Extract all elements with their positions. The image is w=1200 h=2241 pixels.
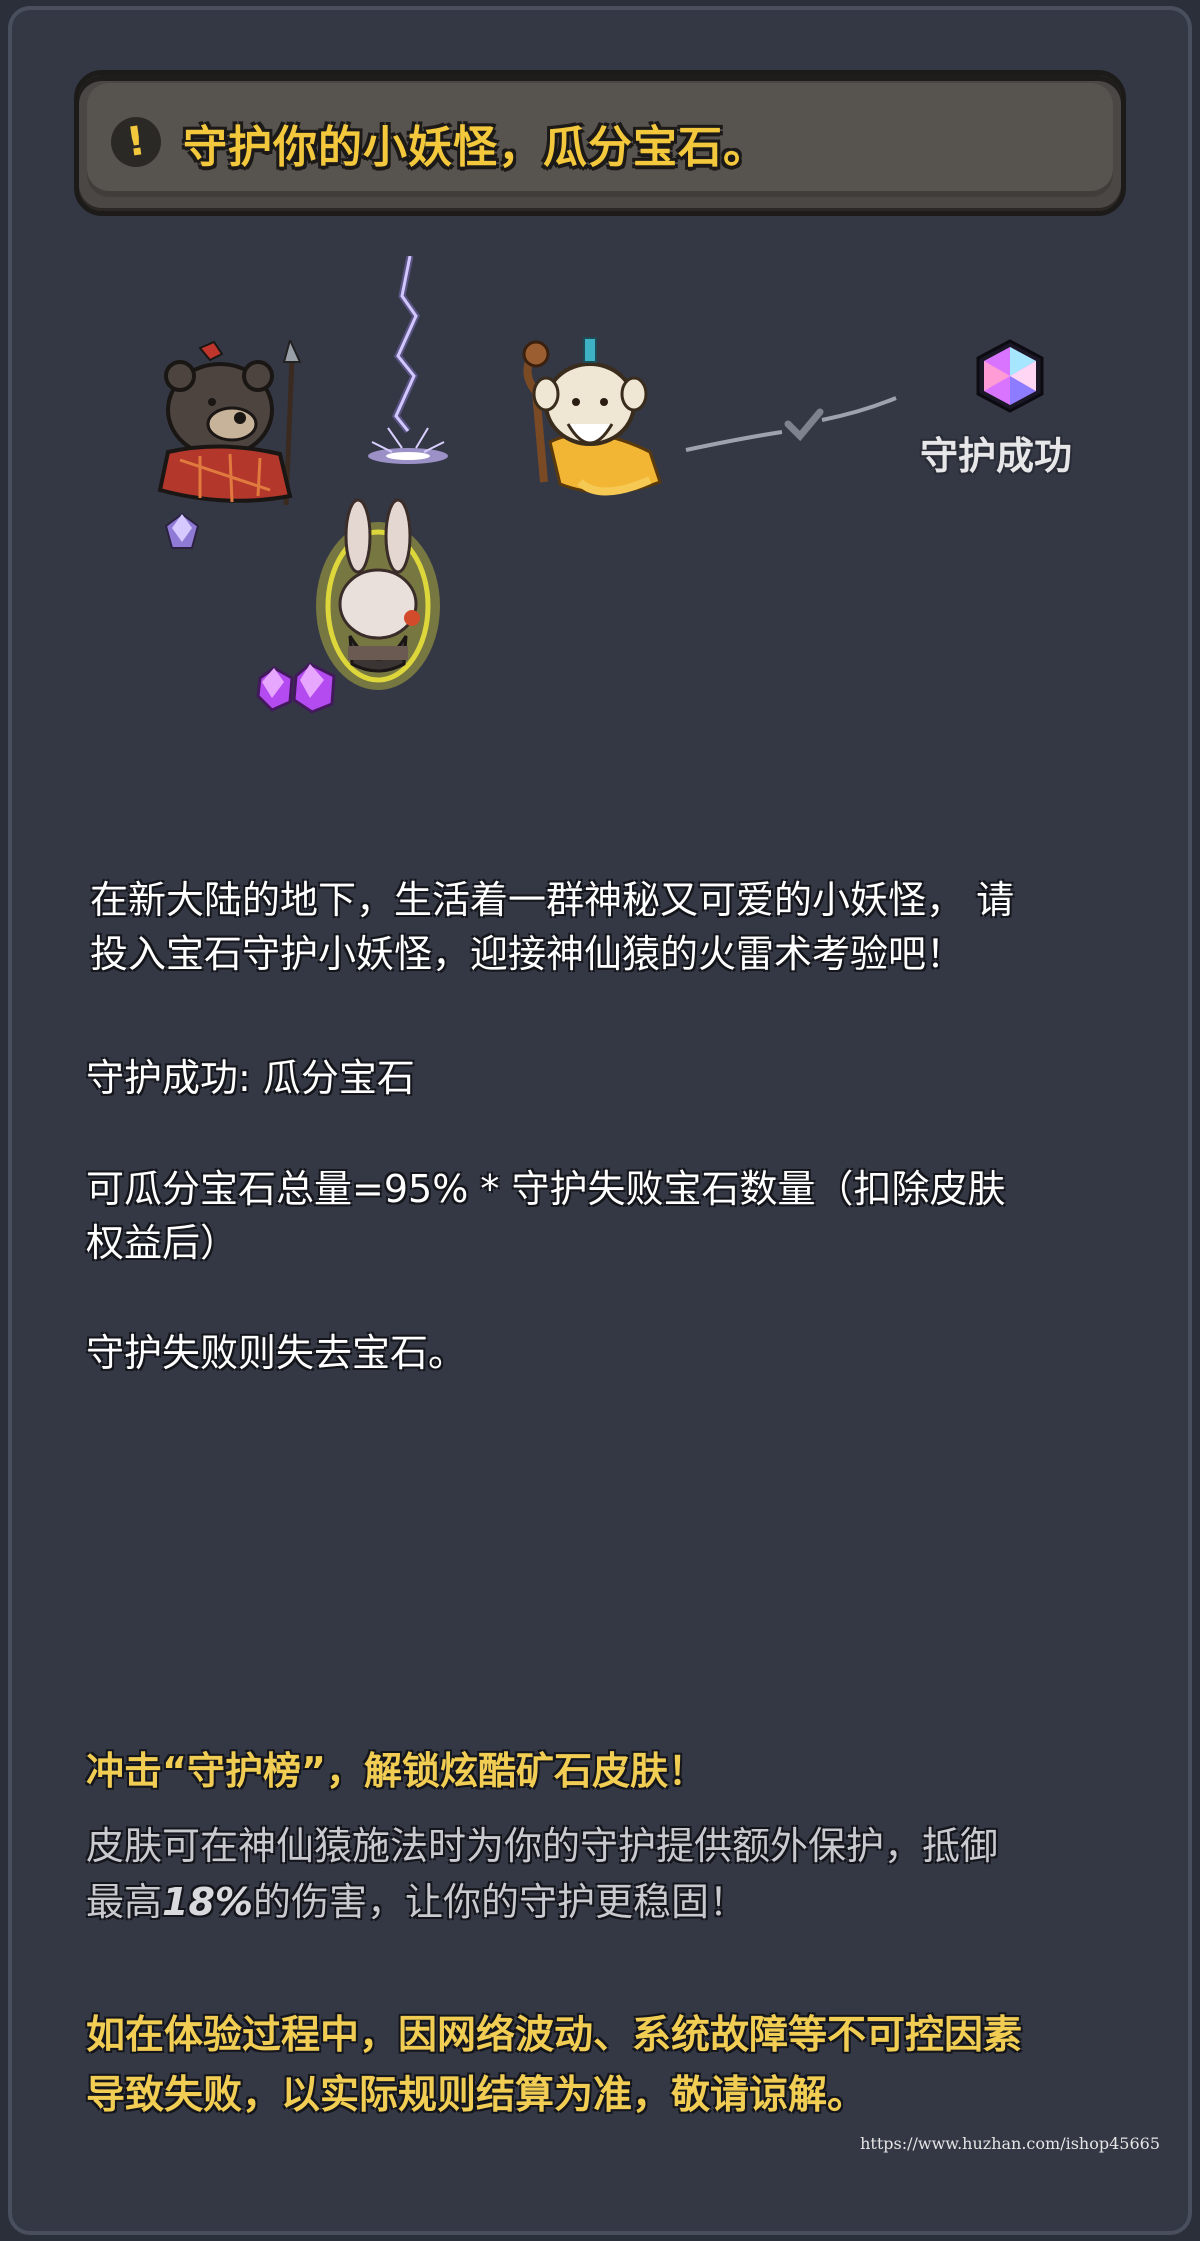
success-path-icon [685, 396, 897, 452]
gem-reward-icon [976, 339, 1044, 413]
rule-formula: 可瓜分宝石总量=95% * 守护失败宝石数量（扣除皮肤 权益后） [86, 1162, 1126, 1270]
watermark-url: https://www.huzhan.com/ishop45665 [860, 2134, 1160, 2153]
intro-line-1: 在新大陆的地下，生活着一群神秘又可爱的小妖怪， 请 [90, 878, 1015, 922]
promo-percent: 18% [162, 1880, 253, 1924]
immortal-ape-icon [522, 337, 662, 496]
intro-line-2: 投入宝石守护小妖怪，迎接神仙猿的火雷术考验吧！ [90, 932, 965, 976]
rule-fail: 守护失败则失去宝石。 [86, 1331, 467, 1375]
success-label: 守护成功 [920, 434, 1073, 478]
intro-text: 在新大陆的地下，生活着一群神秘又可爱的小妖怪， 请 投入宝石守护小妖怪，迎接神仙… [90, 873, 1140, 981]
rule-success: 守护成功: 瓜分宝石 [86, 1056, 415, 1100]
promo-title: 冲击“守护榜”，解锁炫酷矿石皮肤！ [86, 1749, 706, 1793]
header-banner: ! 守护你的小妖怪，瓜分宝石。 [74, 70, 1126, 216]
illustration [130, 250, 1110, 730]
formula-line-1: 可瓜分宝石总量=95% * 守护失败宝石数量（扣除皮肤 [86, 1167, 1006, 1211]
promo-desc-prefix: 最高 [86, 1880, 163, 1924]
bear-monster-icon [157, 340, 302, 506]
disclaimer-line-1: 如在体验过程中，因网络波动、系统故障等不可控因素 [86, 2013, 1023, 2058]
promo-desc-suffix: 的伤害，让你的守护更稳固！ [252, 1880, 747, 1924]
page: ! 守护你的小妖怪，瓜分宝石。 守护成功 在新大陆的地下，生活着一群神秘又可爱的… [0, 0, 1200, 2241]
promo-desc-line-1: 皮肤可在神仙猿施法时为你的守护提供额外保护，抵御 [86, 1824, 999, 1868]
banner-title: 守护你的小妖怪，瓜分宝石。 [183, 122, 768, 173]
small-gem-icon [164, 512, 200, 549]
formula-line-2: 权益后） [86, 1221, 239, 1265]
promo-description: 皮肤可在神仙猿施法时为你的守护提供额外保护，抵御 最高18%的伤害，让你的守护更… [86, 1818, 1126, 1930]
purple-gems-icon [256, 662, 336, 714]
disclaimer-line-2: 导致失败，以实际规则结算为准，敬请谅解。 [86, 2073, 867, 2118]
disclaimer: 如在体验过程中，因网络波动、系统故障等不可控因素 导致失败，以实际规则结算为准，… [86, 2006, 1136, 2126]
promo-desc-line-2: 最高18%的伤害，让你的守护更稳固！ [86, 1874, 1126, 1930]
lightning-icon [368, 256, 448, 464]
